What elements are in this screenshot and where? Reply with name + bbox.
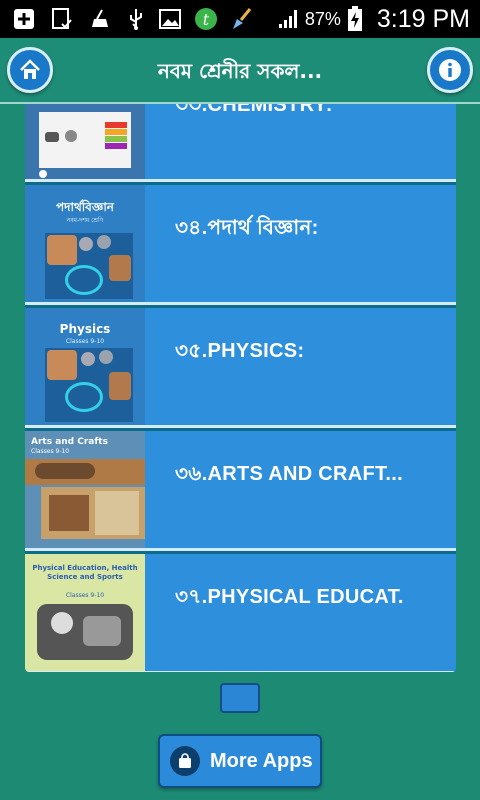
page-indicator[interactable] xyxy=(220,683,260,713)
t-app-icon: t xyxy=(195,8,217,30)
plus-icon xyxy=(14,9,34,29)
shopping-bag-icon xyxy=(170,746,200,776)
usb-icon xyxy=(130,9,142,30)
list-item-podartho-bigyan[interactable]: পদার্থবিজ্ঞান নবম-দশম শ্রেণি ৩৪.পদার্থ ব… xyxy=(25,185,456,305)
clock: 3:19 PM xyxy=(376,4,470,33)
more-apps-button[interactable]: More Apps xyxy=(158,734,322,788)
list-item-label: ৩৬.ARTS AND CRAFT... xyxy=(175,463,403,485)
checklist-icon xyxy=(52,8,72,29)
list-item-label: ৩৫.PHYSICS: xyxy=(175,340,305,362)
book-thumbnail-arts-and-crafts: Arts and Crafts Classes 9-10 xyxy=(25,431,145,548)
image-icon xyxy=(159,9,181,29)
broom-icon xyxy=(233,8,252,29)
battery-percent: 87% xyxy=(304,8,341,29)
page-title: নবম শ্রেনীর সকল... xyxy=(157,59,323,83)
status-bar: t 87% 3:19 PM xyxy=(0,0,480,38)
more-apps-label: More Apps xyxy=(210,749,313,772)
book-list[interactable]: ৩৩.CHEMISTRY: পদার্থবিজ্ঞান নবম-দশম শ্রে… xyxy=(25,104,456,672)
list-item-physics[interactable]: Physics Classes 9-10 ৩৫.PHYSICS: xyxy=(25,308,456,428)
home-icon xyxy=(20,59,40,79)
list-item-label: ৩৭.PHYSICAL EDUCAT. xyxy=(175,586,404,608)
book-thumbnail-physical-education: Physical Education, Health Science and S… xyxy=(25,554,145,671)
list-item-chemistry[interactable]: ৩৩.CHEMISTRY: xyxy=(25,104,456,182)
book-thumbnail-podartho-bigyan: পদার্থবিজ্ঞান নবম-দশম শ্রেণি xyxy=(25,185,145,302)
cleaner-icon xyxy=(92,9,108,27)
battery-charging-icon xyxy=(347,6,362,31)
book-thumbnail-chemistry xyxy=(25,104,145,179)
signal-icon xyxy=(278,10,297,28)
book-thumbnail-physics: Physics Classes 9-10 xyxy=(25,308,145,425)
svg-text:t: t xyxy=(203,10,210,29)
info-button[interactable] xyxy=(427,47,473,93)
list-item-label: ৩৩.CHEMISTRY: xyxy=(175,104,333,116)
home-button[interactable] xyxy=(7,47,53,93)
list-item-label: ৩৪.পদার্থ বিজ্ঞান: xyxy=(175,217,319,239)
list-item-physical-education[interactable]: Physical Education, Health Science and S… xyxy=(25,554,456,672)
info-icon xyxy=(439,59,461,81)
app-bar: নবম শ্রেনীর সকল... xyxy=(0,38,480,104)
list-item-arts-and-crafts[interactable]: Arts and Crafts Classes 9-10 ৩৬.ARTS AND… xyxy=(25,431,456,551)
